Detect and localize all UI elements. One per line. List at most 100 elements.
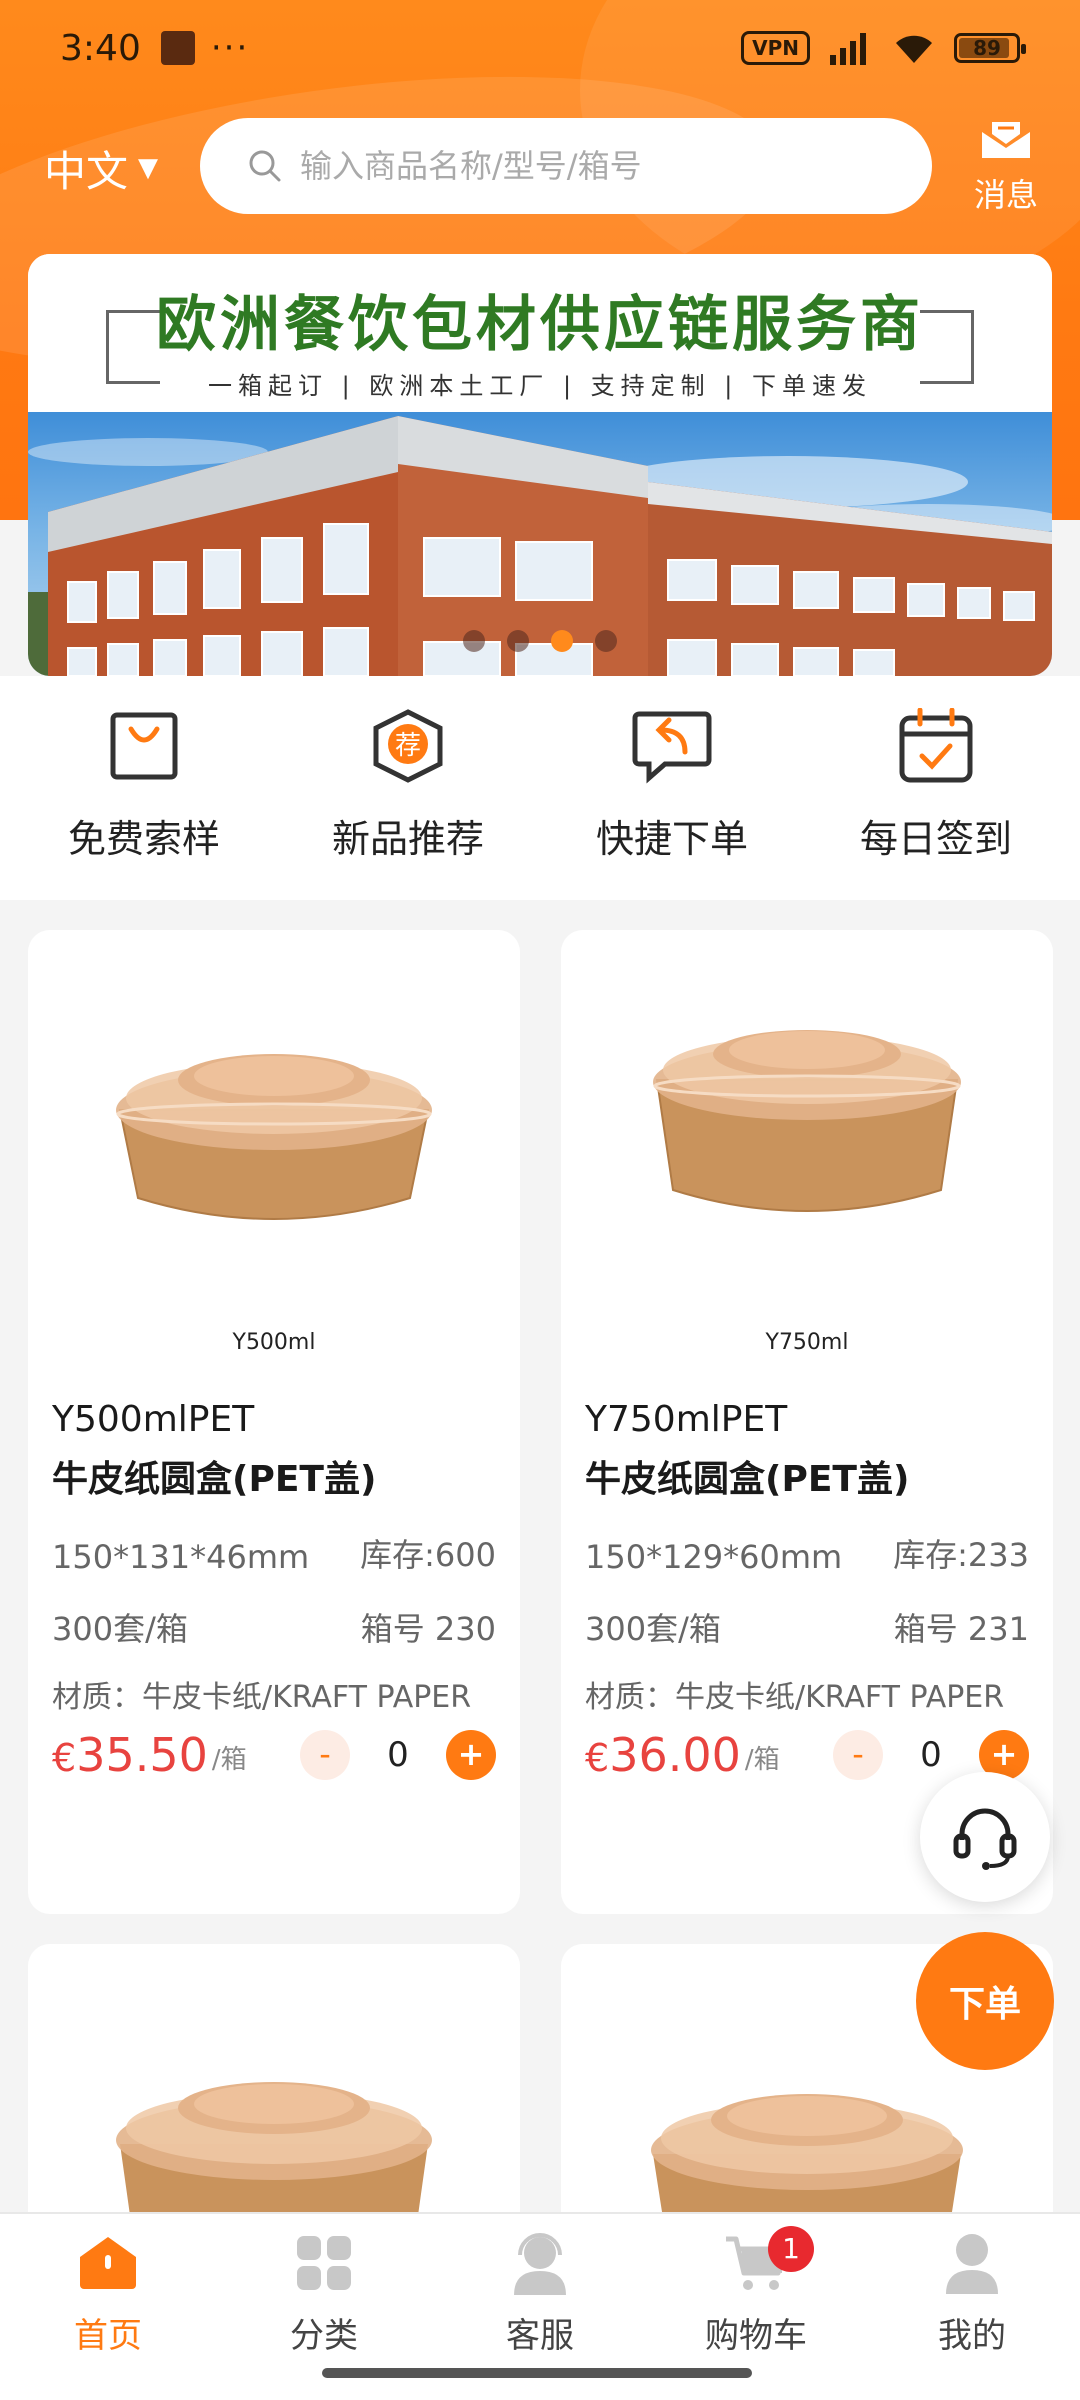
battery-level: 89 <box>973 36 1001 60</box>
quick-action-label: 新品推荐 <box>331 817 484 861</box>
cart-count-badge: 1 <box>768 2226 814 2272</box>
language-selector[interactable]: 中文 ▼ <box>44 138 158 198</box>
product-material: 材质：牛皮卡纸/KRAFT PAPER <box>585 1680 1005 1715</box>
product-card[interactable] <box>28 1944 520 2244</box>
quantity-stepper: - 0 + <box>833 1730 1029 1780</box>
product-name: Y750mlPET 牛皮纸圆盒(PET盖) <box>561 1390 1053 1510</box>
product-card[interactable]: Y750ml Y750mlPET 牛皮纸圆盒(PET盖) 150*129*60m… <box>561 930 1053 1914</box>
nav-label: 我的 <box>938 2316 1006 2356</box>
product-name-line1: Y750mlPET <box>585 1399 788 1440</box>
category-icon <box>297 2236 351 2290</box>
home-icon <box>80 2237 136 2289</box>
status-icons: VPN 89 <box>741 31 1026 65</box>
banner-dot[interactable] <box>507 630 529 652</box>
banner-title: 欧洲餐饮包材供应链服务商 <box>156 290 924 360</box>
product-box-number: 箱号 230 <box>360 1610 496 1648</box>
quick-order-icon <box>632 711 712 784</box>
messages-button[interactable]: 消息 <box>966 118 1046 216</box>
decrease-quantity-button[interactable]: - <box>300 1730 350 1780</box>
quick-action-label: 快捷下单 <box>595 817 748 861</box>
quick-action-new-products[interactable]: 荐 新品推荐 <box>288 706 528 900</box>
notification-app-icon <box>160 31 195 65</box>
place-order-button[interactable]: 下单 <box>916 1932 1054 2070</box>
signal-icon <box>830 33 866 65</box>
quick-action-daily-checkin[interactable]: 每日签到 <box>816 706 1056 900</box>
battery-icon: 89 <box>954 33 1026 63</box>
product-price: €35.50 <box>52 1728 208 1782</box>
product-card[interactable]: Y500ml Y500mlPET 牛皮纸圆盒(PET盖) 150*131*46m… <box>28 930 520 1914</box>
support-agent-icon <box>514 2233 566 2295</box>
product-specs-row: 150*131*46mm 库存:600 <box>28 1530 520 1576</box>
nav-profile[interactable]: 我的 <box>872 2228 1072 2400</box>
product-image: Y500ml <box>28 930 520 1370</box>
quick-actions: 免费索样 荐 新品推荐 快捷下单 每日签到 <box>0 676 1080 900</box>
banner-header: 欧洲餐饮包材供应链服务商 一箱起订 | 欧洲本土工厂 | 支持定制 | 下单速发 <box>28 254 1052 412</box>
quick-action-quick-order[interactable]: 快捷下单 <box>552 706 792 900</box>
language-label: 中文 <box>44 146 129 196</box>
product-name: Y500mlPET 牛皮纸圆盒(PET盖) <box>28 1390 520 1510</box>
status-bar: 3:40 ··· VPN 89 <box>0 0 1080 96</box>
quick-action-free-sample[interactable]: 免费索样 <box>24 706 264 900</box>
price-amount: 36.00 <box>609 1728 741 1782</box>
price-currency: € <box>52 1736 77 1780</box>
product-pack-row: 300套/箱 箱号 231 <box>561 1604 1053 1650</box>
kraft-bowl-image <box>116 2082 432 2244</box>
factory-photo <box>28 412 1052 676</box>
search-icon <box>249 150 281 182</box>
bag-icon <box>110 712 178 780</box>
status-time: 3:40 <box>60 27 141 69</box>
increase-quantity-button[interactable]: + <box>446 1730 496 1780</box>
banner-subtitle: 一箱起订 | 欧洲本土工厂 | 支持定制 | 下单速发 <box>207 372 873 400</box>
messages-label: 消息 <box>973 176 1038 214</box>
product-pack: 300套/箱 <box>52 1610 188 1648</box>
product-stock: 库存:233 <box>893 1536 1029 1574</box>
nav-label: 客服 <box>506 2316 574 2356</box>
price-unit: /箱 <box>744 1745 780 1775</box>
decrease-quantity-button[interactable]: - <box>833 1730 883 1780</box>
product-pack-row: 300套/箱 箱号 230 <box>28 1604 520 1650</box>
headset-icon <box>953 1808 1017 1870</box>
promo-banner[interactable]: 欧洲餐饮包材供应链服务商 一箱起订 | 欧洲本土工厂 | 支持定制 | 下单速发 <box>28 254 1052 676</box>
banner-dot[interactable] <box>595 630 617 652</box>
kraft-bowl-image <box>653 1030 961 1212</box>
nav-home[interactable]: 首页 <box>8 2228 208 2400</box>
calendar-check-icon <box>899 708 973 783</box>
quantity-stepper: - 0 + <box>300 1730 496 1780</box>
product-name-line1: Y500mlPET <box>52 1399 255 1440</box>
recommend-icon: 荐 <box>373 709 443 783</box>
product-footer: €35.50 /箱 - 0 + <box>28 1728 520 1782</box>
customer-support-button[interactable] <box>920 1772 1050 1902</box>
chevron-down-icon: ▼ <box>138 153 159 183</box>
svg-text:荐: 荐 <box>395 731 421 761</box>
profile-icon <box>946 2234 998 2294</box>
quantity-value[interactable]: 0 <box>883 1735 979 1775</box>
nav-label: 购物车 <box>705 2316 807 2356</box>
product-dimensions: 150*131*46mm <box>52 1538 310 1576</box>
banner-dot[interactable] <box>463 630 485 652</box>
vpn-icon: VPN <box>741 31 810 65</box>
message-envelope-icon <box>982 122 1030 158</box>
wifi-icon <box>896 35 932 63</box>
kraft-bowl-image <box>116 1054 432 1220</box>
home-indicator-bar[interactable] <box>322 2368 752 2378</box>
product-image: Y750ml <box>561 930 1053 1370</box>
price-unit: /箱 <box>211 1745 247 1775</box>
search-bar[interactable] <box>200 118 932 214</box>
product-name-line2: 牛皮纸圆盒(PET盖) <box>52 1459 377 1500</box>
price-amount: 35.50 <box>76 1728 208 1782</box>
price-currency: € <box>585 1736 610 1780</box>
product-name-line2: 牛皮纸圆盒(PET盖) <box>585 1459 910 1500</box>
quick-action-label: 免费索样 <box>67 817 220 861</box>
nav-label: 首页 <box>74 2316 142 2356</box>
more-notifications-icon: ··· <box>210 28 250 68</box>
product-dimensions: 150*129*60mm <box>585 1538 843 1576</box>
banner-pagination <box>28 630 1052 652</box>
product-specs-row: 150*129*60mm 库存:233 <box>561 1530 1053 1576</box>
product-image-caption: Y750ml <box>765 1330 849 1355</box>
search-input[interactable] <box>300 147 860 185</box>
product-stock: 库存:600 <box>360 1536 496 1574</box>
quantity-value[interactable]: 0 <box>350 1735 446 1775</box>
banner-dot-active[interactable] <box>551 630 573 652</box>
product-price: €36.00 <box>585 1728 741 1782</box>
product-box-number: 箱号 231 <box>893 1610 1029 1648</box>
